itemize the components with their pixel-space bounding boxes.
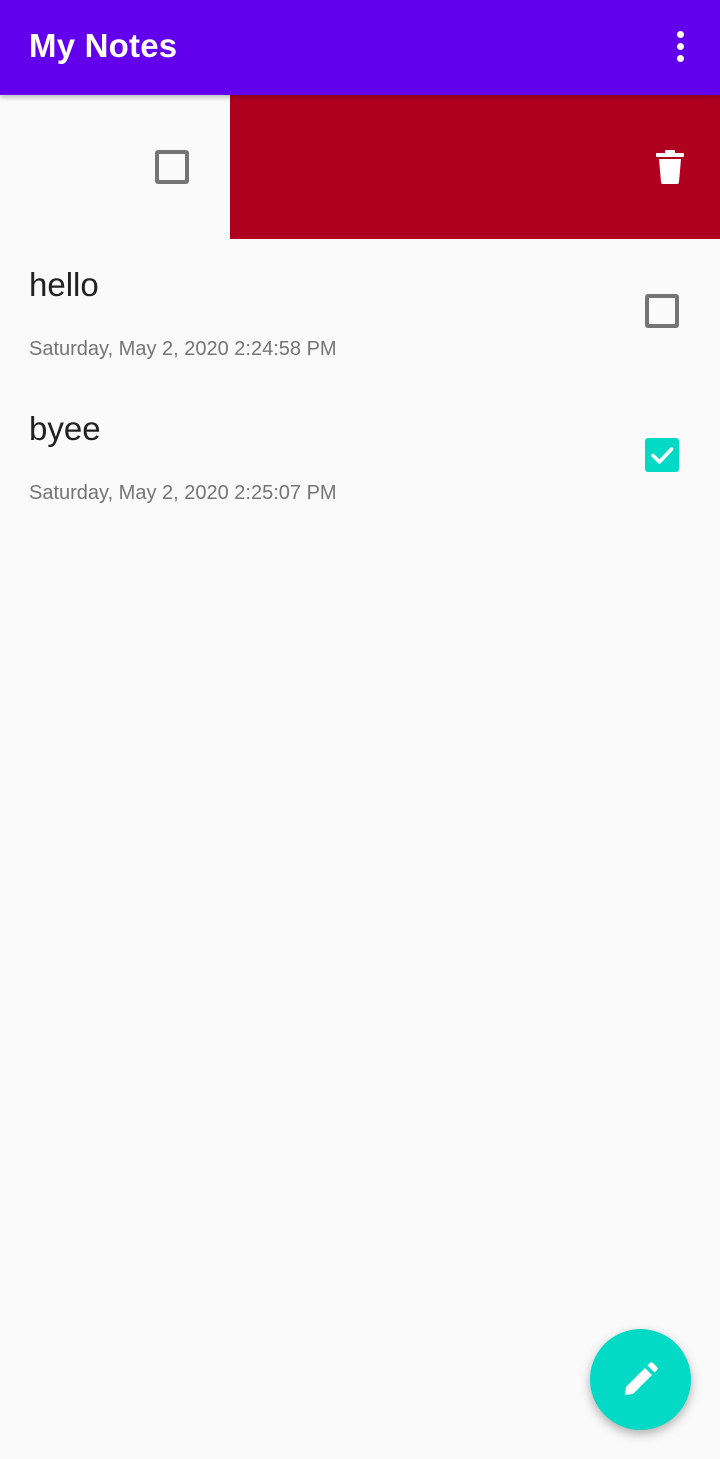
note-date: Saturday, May 2, 2020 2:24:58 PM xyxy=(29,338,337,360)
app-title: My Notes xyxy=(29,27,178,64)
pencil-icon xyxy=(625,1362,658,1395)
note-checkbox[interactable] xyxy=(645,294,679,328)
note-date: Saturday, May 2, 2020 2:25:07 PM xyxy=(29,482,337,504)
menu-dot xyxy=(676,42,684,50)
delete-background xyxy=(230,95,720,239)
note-list: hello Saturday, May 2, 2020 2:24:58 PM b… xyxy=(0,95,720,527)
menu-dot xyxy=(676,54,684,62)
menu-dot xyxy=(676,30,684,38)
list-item[interactable]: hello Saturday, May 2, 2020 2:24:58 PM xyxy=(0,239,720,383)
trash-icon[interactable] xyxy=(656,150,684,184)
note-title: hello xyxy=(29,266,99,303)
note-title: byee xyxy=(29,410,101,447)
swiped-note-row[interactable] xyxy=(0,95,720,239)
swiped-row-foreground xyxy=(0,95,230,239)
note-checkbox[interactable] xyxy=(155,150,189,184)
note-checkbox-checked[interactable] xyxy=(645,438,679,472)
list-item[interactable]: byee Saturday, May 2, 2020 2:25:07 PM xyxy=(0,383,720,527)
app-bar: My Notes xyxy=(0,0,720,95)
check-icon xyxy=(651,447,674,464)
new-note-fab[interactable] xyxy=(590,1329,691,1430)
more-vert-icon[interactable] xyxy=(656,20,704,72)
